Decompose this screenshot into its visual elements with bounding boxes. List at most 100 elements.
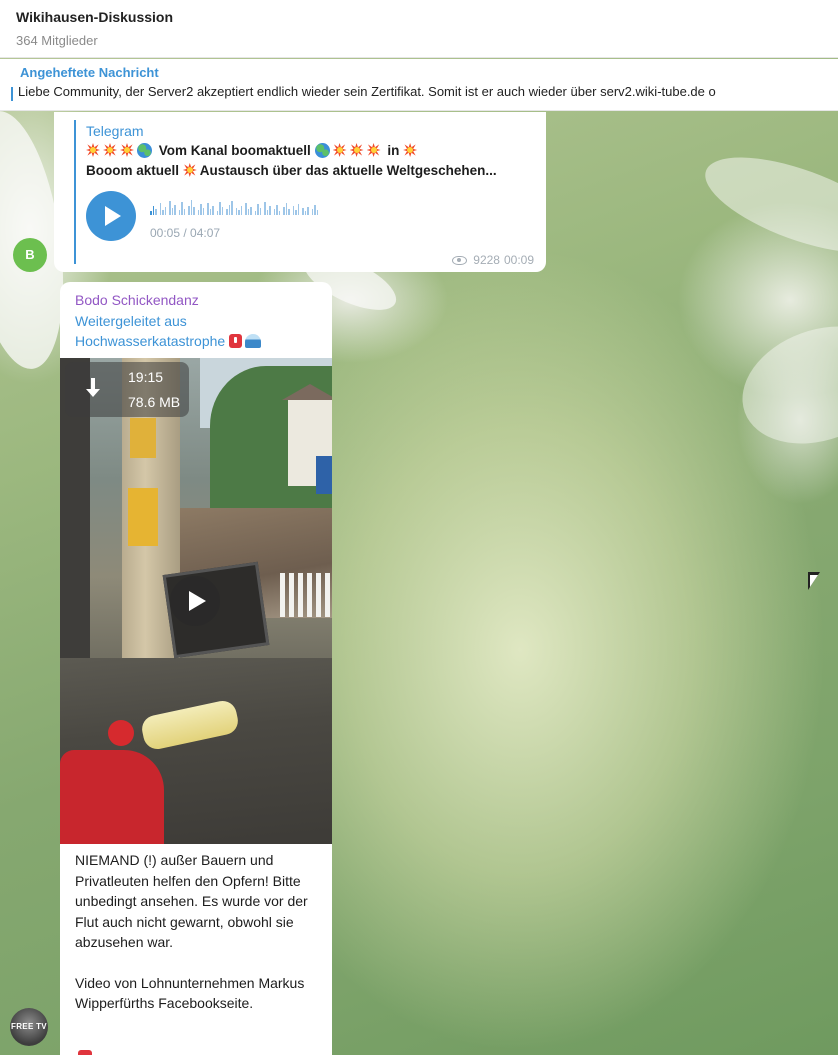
video-play-button[interactable]	[170, 576, 220, 626]
waveform-bar	[221, 207, 223, 215]
waveform-bar	[292, 206, 294, 215]
waveform-bar	[212, 206, 214, 215]
waveform-bar	[307, 207, 309, 215]
boom-emoji-icon	[333, 143, 347, 157]
forward-line-2-rest: Austausch über das aktuelle Weltgeschehe…	[199, 163, 497, 178]
member-count: 364 Mitglieder	[16, 33, 98, 48]
message-time: 00:09	[503, 253, 534, 267]
video-thumbnail[interactable]: 19:15 78.6 MB	[60, 358, 332, 844]
waveform-bar	[228, 205, 230, 215]
waveform-bar	[207, 203, 209, 215]
boom-emoji-icon	[86, 143, 100, 157]
audio-waveform[interactable]	[150, 199, 370, 215]
waveform-bar	[257, 204, 259, 215]
waveform-bar	[240, 206, 242, 215]
waveform-bar	[235, 208, 237, 215]
waveform-bar	[183, 209, 185, 215]
mouse-cursor-icon	[808, 572, 822, 594]
waveform-bar	[209, 209, 211, 215]
boom-emoji-icon	[403, 143, 417, 157]
waveform-bar	[278, 211, 280, 215]
waveform-bar	[197, 210, 199, 215]
waveform-bar	[159, 203, 161, 215]
pinned-text: Liebe Community, der Server2 akzeptiert …	[18, 84, 716, 99]
pinned-label: Angeheftete Nachricht	[20, 65, 159, 80]
waveform-bar	[200, 204, 202, 215]
forward-line-1-in: in	[387, 143, 400, 158]
waveform-bar	[226, 209, 228, 215]
siren-emoji-icon	[78, 1050, 92, 1055]
waveform-bar	[152, 206, 154, 215]
forwarded-label: Weitergeleitet aus	[75, 313, 187, 329]
message-bubble-video[interactable]: Bodo Schickendanz Weitergeleitet aus Hoc…	[60, 282, 332, 1055]
video-download-chip[interactable]: 19:15 78.6 MB	[65, 362, 189, 417]
video-scene-bag	[60, 750, 164, 844]
waveform-bar	[269, 206, 271, 215]
boom-emoji-icon	[120, 143, 134, 157]
video-scene-warning	[128, 488, 158, 546]
eye-icon	[452, 255, 468, 265]
waveform-bar	[164, 207, 166, 215]
forwarded-channel-name: Hochwasserkatastrophe	[75, 333, 226, 349]
waveform-bar	[302, 208, 304, 215]
pinned-indicator	[11, 87, 13, 101]
message-bubble-audio[interactable]: Telegram Vom Kanal boomaktuell in Booom …	[54, 112, 546, 272]
download-icon[interactable]	[86, 378, 100, 400]
waveform-bar	[316, 210, 318, 215]
waveform-bar	[254, 211, 256, 215]
waveform-bar	[285, 203, 287, 215]
chat-header[interactable]: Wikihausen-Diskussion 364 Mitglieder	[0, 0, 838, 58]
forward-indicator	[74, 120, 76, 264]
waveform-bar	[311, 209, 313, 215]
view-count: 9228	[473, 253, 500, 267]
message-caption: NIEMAND (!) außer Bauern und Privatleute…	[75, 850, 315, 1014]
waveform-bar	[297, 204, 299, 215]
message-meta: 9228 00:09	[452, 253, 534, 267]
waveform-bar	[193, 207, 195, 215]
waveform-bar	[288, 209, 290, 215]
wave-emoji-icon	[245, 334, 262, 348]
video-scene-sign	[316, 456, 332, 494]
waveform-bar	[162, 210, 164, 215]
forwarded-channel[interactable]: Hochwasserkatastrophe	[75, 333, 262, 349]
waveform-bar	[178, 210, 180, 215]
waveform-bar	[266, 210, 268, 215]
boom-emoji-icon	[367, 143, 381, 157]
waveform-bar	[219, 202, 221, 215]
waveform-bar	[276, 205, 278, 215]
waveform-bar	[304, 211, 306, 215]
waveform-bar	[181, 202, 183, 215]
forward-line-2-text: Booom aktuell	[86, 163, 180, 178]
audio-play-button[interactable]	[86, 191, 136, 241]
avatar[interactable]: FREE TV	[10, 1008, 48, 1046]
forward-line-1-text: Vom Kanal boomaktuell	[158, 143, 311, 158]
siren-emoji-icon	[229, 334, 243, 348]
caption-paragraph: NIEMAND (!) außer Bauern und Privatleute…	[75, 852, 308, 950]
message-author[interactable]: Bodo Schickendanz	[75, 292, 199, 308]
forwarded-source[interactable]: Telegram	[86, 123, 144, 139]
waveform-bar	[202, 208, 204, 215]
waveform-bar	[250, 207, 252, 215]
video-scene-object	[108, 720, 134, 746]
waveform-bar	[169, 201, 171, 215]
waveform-bar	[238, 210, 240, 215]
waveform-bar	[216, 211, 218, 215]
waveform-bar	[150, 211, 152, 215]
waveform-bar	[264, 202, 266, 215]
globe-emoji-icon	[314, 143, 330, 158]
avatar[interactable]: B	[13, 238, 47, 272]
pinned-message-bar[interactable]: Angeheftete Nachricht Liebe Community, d…	[0, 59, 838, 111]
video-scene-warning	[130, 418, 156, 458]
forward-line-2: Booom aktuell Austausch über das aktuell…	[86, 163, 497, 178]
waveform-bar	[171, 208, 173, 215]
waveform-bar	[190, 200, 192, 215]
chat-title: Wikihausen-Diskussion	[16, 9, 174, 25]
boom-emoji-icon	[350, 143, 364, 157]
waveform-bar	[283, 207, 285, 215]
waveform-bar	[259, 208, 261, 215]
caption-paragraph: Video von Lohnunternehmen Markus Wipperf…	[75, 974, 305, 1012]
globe-emoji-icon	[137, 143, 152, 158]
waveform-bar	[247, 209, 249, 215]
boom-emoji-icon	[103, 143, 117, 157]
waveform-bar	[155, 209, 157, 215]
